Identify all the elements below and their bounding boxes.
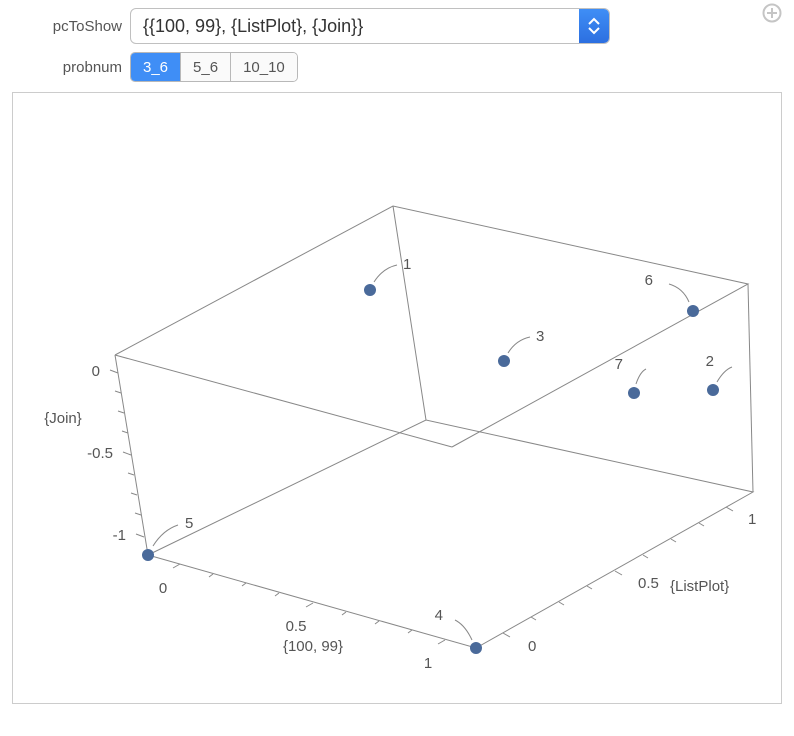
svg-text:1: 1 <box>403 256 411 273</box>
pc-to-show-popup[interactable]: {{100, 99}, {ListPlot}, {Join}} <box>130 8 610 44</box>
probnum-setter-bar: 3_6 5_6 10_10 <box>130 52 298 82</box>
svg-text:0.5: 0.5 <box>286 618 307 635</box>
svg-text:6: 6 <box>645 272 653 289</box>
svg-text:1: 1 <box>748 511 756 528</box>
plus-icon[interactable] <box>762 3 782 27</box>
svg-text:7: 7 <box>615 356 623 373</box>
svg-text:0: 0 <box>159 580 167 597</box>
svg-text:-1: -1 <box>113 527 126 544</box>
svg-text:0.5: 0.5 <box>638 575 659 592</box>
popup-arrows-icon[interactable] <box>579 9 609 43</box>
svg-text:0: 0 <box>92 363 100 380</box>
svg-text:1: 1 <box>424 655 432 672</box>
probnum-label: probnum <box>12 59 122 76</box>
svg-text:0: 0 <box>528 638 536 655</box>
probnum-option-3-6[interactable]: 3_6 <box>131 53 181 81</box>
pc-to-show-label: pcToShow <box>12 18 122 35</box>
svg-text:{Join}: {Join} <box>44 410 82 427</box>
svg-text:{ListPlot}: {ListPlot} <box>670 578 729 595</box>
data-points: 5 1 3 6 2 7 4 <box>142 256 732 654</box>
svg-text:{100, 99}: {100, 99} <box>283 638 343 655</box>
svg-text:2: 2 <box>706 353 714 370</box>
probnum-option-5-6[interactable]: 5_6 <box>181 53 231 81</box>
x-axis: 0 0.5 1 {100, 99} <box>159 564 445 672</box>
z-axis: 0 -0.5 -1 {Join} <box>44 363 144 544</box>
svg-text:3: 3 <box>536 328 544 345</box>
plot-3d[interactable]: 0 0.5 1 {100, 99} 0 0.5 1 {ListPlot} 0 <box>12 92 782 704</box>
svg-text:-0.5: -0.5 <box>87 445 113 462</box>
pc-to-show-value: {{100, 99}, {ListPlot}, {Join}} <box>131 9 579 43</box>
y-axis: 0 0.5 1 {ListPlot} <box>503 507 756 655</box>
svg-text:4: 4 <box>435 607 443 624</box>
probnum-option-10-10[interactable]: 10_10 <box>231 53 297 81</box>
svg-text:5: 5 <box>185 515 193 532</box>
